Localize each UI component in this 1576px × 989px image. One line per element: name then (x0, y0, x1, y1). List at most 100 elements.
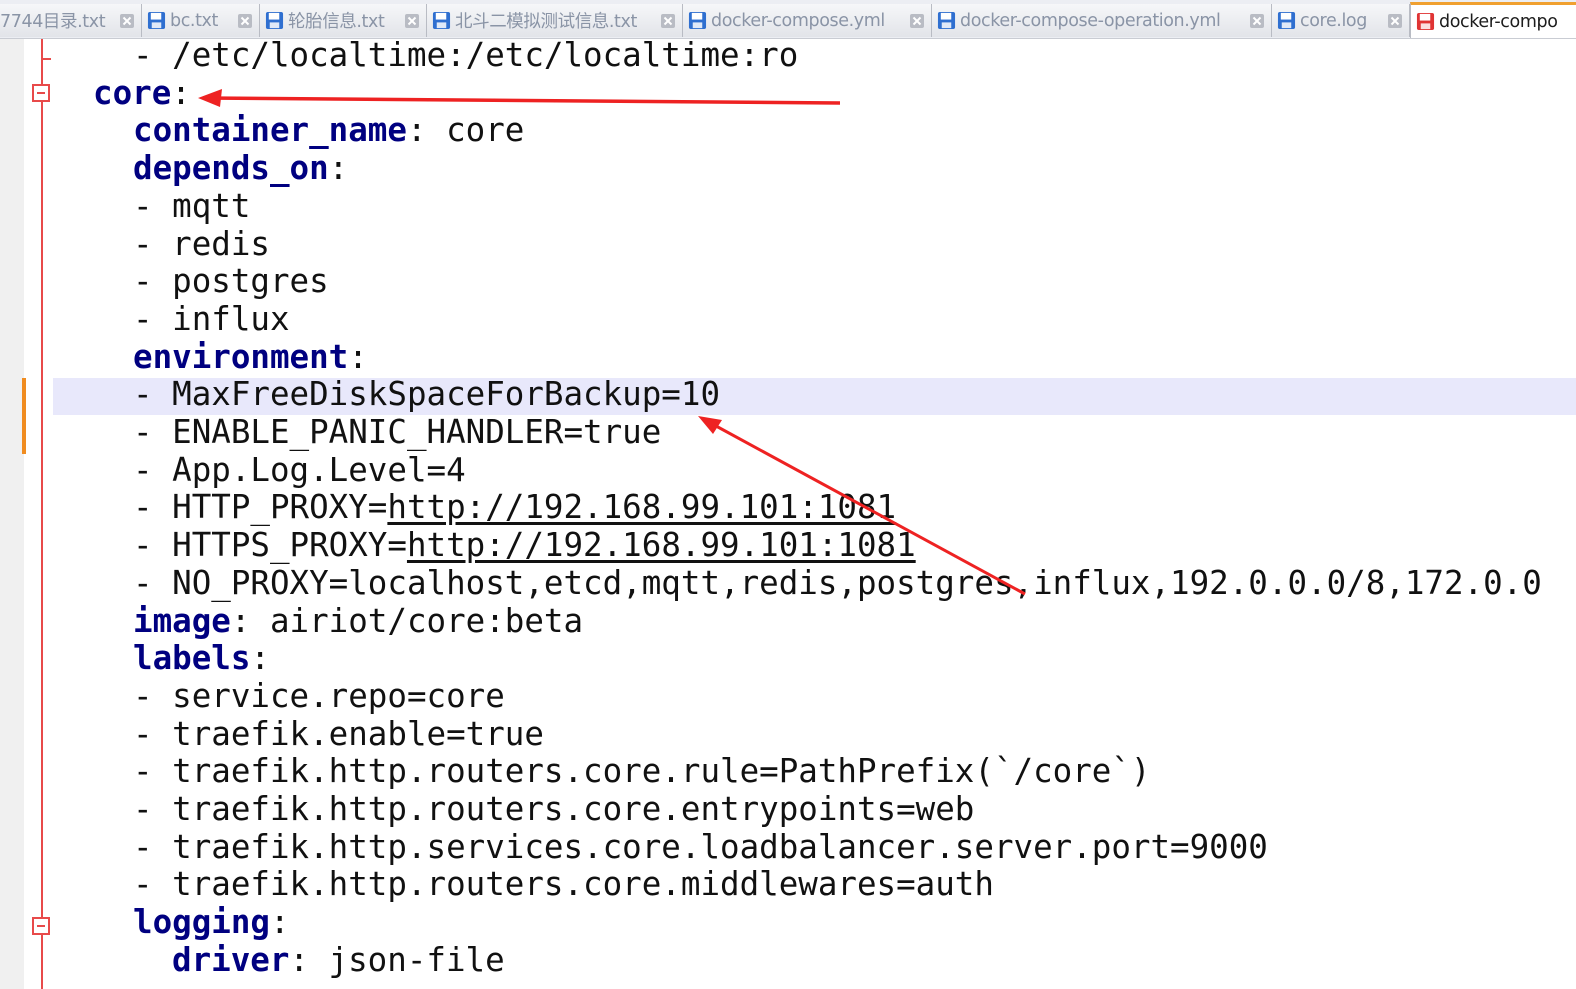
yaml-value: /etc/localtime:/etc/localtime:ro (172, 38, 799, 74)
yaml-key: logging (133, 903, 270, 942)
list-dash: - (133, 827, 173, 866)
code-line: - App.Log.Level=4 (133, 450, 466, 490)
tab-5[interactable]: docker-compose-operation.yml (932, 4, 1272, 37)
list-dash: - (133, 186, 173, 225)
code-line: - postgres (133, 262, 329, 301)
code-line: core: (93, 73, 191, 113)
tab-0[interactable]: 7744目录.txt (0, 4, 142, 37)
close-icon[interactable] (909, 13, 925, 29)
yaml-url: http://192.168.99.101:1081 (406, 526, 916, 565)
saved-disk-icon (147, 11, 166, 30)
yaml-key: labels (133, 639, 251, 678)
yaml-value: NO_PROXY=localhost,etcd,mqtt,redis,postg… (172, 563, 1542, 602)
yaml-value: HTTPS_PROXY= (172, 526, 407, 565)
yaml-key: driver (172, 940, 290, 979)
code-line: - NO_PROXY=localhost,etcd,mqtt,redis,pos… (133, 563, 1542, 603)
saved-disk-icon (1277, 11, 1296, 30)
close-icon[interactable] (237, 13, 253, 29)
yaml-value: MaxFreeDiskSpaceForBackup=10 (172, 375, 721, 414)
tab-label: 北斗二模拟测试信息.txt (455, 12, 637, 32)
yaml-value: traefik.http.routers.core.middlewares=au… (172, 865, 994, 904)
list-dash: - (133, 413, 173, 451)
list-dash: - (133, 488, 173, 527)
code-line: depends_on: (133, 149, 349, 188)
yaml-colon: : (171, 73, 191, 112)
tab-2[interactable]: 轮胎信息.txt (260, 4, 427, 37)
list-dash: - (133, 526, 173, 565)
tab-6[interactable]: core.log (1272, 4, 1410, 37)
close-icon[interactable] (119, 13, 135, 29)
yaml-url: http://192.168.99.101:1081 (387, 488, 897, 527)
yaml-value: core (446, 111, 525, 150)
yaml-value: App.Log.Level=4 (172, 450, 466, 489)
list-dash: - (133, 714, 173, 753)
code-editor[interactable]: - /etc/localtime:/etc/localtime:ro core: c… (53, 38, 1576, 989)
fold-toggle-core[interactable] (32, 84, 50, 102)
tab-7[interactable]: docker-compo (1410, 2, 1576, 38)
yaml-value: service.repo=core (172, 676, 505, 715)
list-dash: - (133, 375, 173, 414)
yaml-colon: : (230, 601, 270, 640)
list-dash: - (133, 224, 173, 263)
list-dash: - (133, 563, 173, 602)
yaml-value: traefik.enable=true (172, 714, 544, 753)
yaml-value: redis (172, 224, 270, 263)
yaml-value: mqtt (172, 186, 251, 225)
close-icon[interactable] (404, 13, 420, 29)
code-line: - MaxFreeDiskSpaceForBackup=10 (133, 375, 721, 414)
code-line: - traefik.http.routers.core.entrypoints=… (133, 790, 975, 829)
tab-label: core.log (1300, 10, 1367, 31)
code-line: environment: (133, 337, 368, 377)
code-line: - /etc/localtime:/etc/localtime:ro (133, 38, 798, 75)
list-dash: - (133, 450, 173, 489)
close-icon[interactable] (1249, 13, 1265, 29)
tab-label: 轮胎信息.txt (288, 12, 385, 32)
list-dash: - (133, 865, 173, 904)
code-line: - traefik.http.routers.core.middlewares=… (133, 866, 994, 904)
tab-label: bc.txt (170, 10, 218, 31)
yaml-colon: : (406, 111, 447, 150)
code-line: - traefik.http.services.core.loadbalance… (133, 827, 1268, 867)
list-dash: - (133, 299, 173, 338)
code-line: labels: (133, 639, 270, 678)
yaml-colon: : (328, 149, 349, 188)
change-history-marker (22, 378, 26, 454)
yaml-value: HTTP_PROXY= (172, 488, 388, 527)
yaml-colon: : (289, 940, 329, 979)
yaml-value: postgres (172, 262, 329, 301)
close-icon[interactable] (660, 13, 676, 29)
list-dash: - (133, 676, 173, 715)
code-line: - influx (133, 299, 290, 339)
tab-1[interactable]: bc.txt (142, 4, 260, 37)
list-dash: - (133, 38, 173, 74)
tab-label: docker-compose-operation.yml (960, 10, 1221, 31)
code-line: driver: json-file (172, 940, 505, 980)
tab-3[interactable]: 北斗二模拟测试信息.txt (427, 4, 683, 37)
code-line: logging: (133, 903, 290, 942)
code-line: - HTTP_PROXY=http://192.168.99.101:1081 (133, 489, 896, 527)
code-line: - HTTPS_PROXY=http://192.168.99.101:1081 (133, 526, 916, 565)
yaml-colon: : (269, 903, 290, 942)
list-dash: - (133, 262, 173, 301)
close-icon[interactable] (1387, 13, 1403, 29)
code-line: - redis (133, 224, 270, 264)
unsaved-disk-icon (1416, 12, 1435, 31)
saved-disk-icon (432, 11, 451, 30)
code-line: - service.repo=core (133, 676, 505, 716)
yaml-value: traefik.http.routers.core.entrypoints=we… (172, 790, 975, 828)
yaml-colon: : (348, 337, 368, 376)
saved-disk-icon (688, 11, 707, 30)
margin-strip (0, 39, 24, 989)
yaml-value: json-file (328, 940, 505, 979)
list-dash: - (133, 752, 173, 791)
code-line: - mqtt (133, 186, 251, 226)
fold-toggle-logging[interactable] (32, 917, 50, 935)
yaml-value: influx (172, 299, 290, 338)
tab-label: docker-compose.yml (711, 10, 885, 31)
tab-label: 7744目录.txt (0, 12, 106, 32)
tab-4[interactable]: docker-compose.yml (683, 4, 932, 37)
yaml-value: traefik.http.services.core.loadbalancer.… (172, 827, 1268, 866)
list-dash: - (133, 790, 173, 828)
yaml-key: container_name (133, 111, 407, 150)
saved-disk-icon (265, 11, 284, 30)
